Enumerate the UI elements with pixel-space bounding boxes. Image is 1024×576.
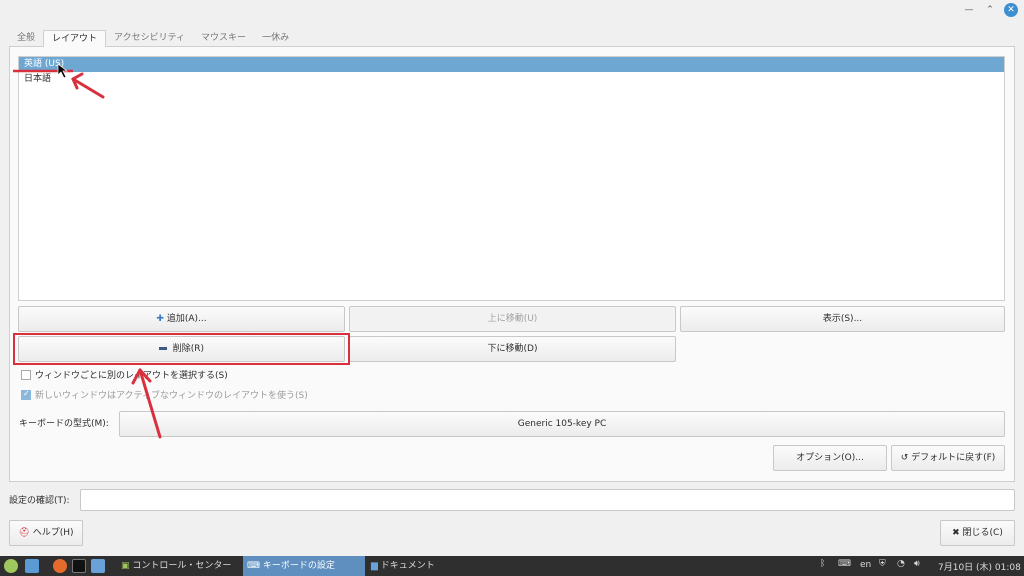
folder-icon: ▆ (371, 561, 378, 571)
taskbar-item-control-center[interactable]: ▣ コントロール・センター (117, 556, 241, 576)
firefox-icon[interactable] (53, 559, 67, 573)
taskbar-item-label: コントロール・センター (132, 561, 232, 571)
shield-icon[interactable]: ⛨ (879, 559, 886, 569)
terminal-icon[interactable] (72, 559, 86, 573)
keyboard-icon: ⌨ (247, 561, 260, 571)
bluetooth-icon[interactable]: ᛒ (820, 559, 825, 569)
menu-icon[interactable] (4, 559, 18, 573)
annotation-arrows (13, 63, 162, 439)
language-indicator[interactable]: en (860, 560, 871, 570)
taskbar-item-keyboard-settings[interactable]: ⌨ キーボードの設定 (243, 556, 365, 576)
control-center-icon: ▣ (121, 561, 130, 571)
taskbar-item-documents[interactable]: ▆ ドキュメント (367, 556, 477, 576)
clock[interactable]: 7月10日 (木) 01:08 (938, 560, 1021, 573)
annotation-arrow-bottom (131, 368, 162, 439)
taskbar: ▣ コントロール・センター ⌨ キーボードの設定 ▆ ドキュメント ᛒ ⌨ en… (0, 556, 1024, 576)
mouse-cursor-icon (57, 63, 69, 79)
files-icon[interactable] (91, 559, 105, 573)
volume-icon[interactable]: 🔊︎ (914, 559, 920, 569)
show-desktop-icon[interactable] (25, 559, 39, 573)
taskbar-item-label: キーボードの設定 (262, 561, 335, 571)
taskbar-item-label: ドキュメント (380, 561, 435, 571)
wifi-icon[interactable]: ◔ (897, 559, 905, 569)
keyboard-layout-icon[interactable]: ⌨ (838, 559, 851, 569)
annotation-arrow-top (71, 72, 105, 99)
